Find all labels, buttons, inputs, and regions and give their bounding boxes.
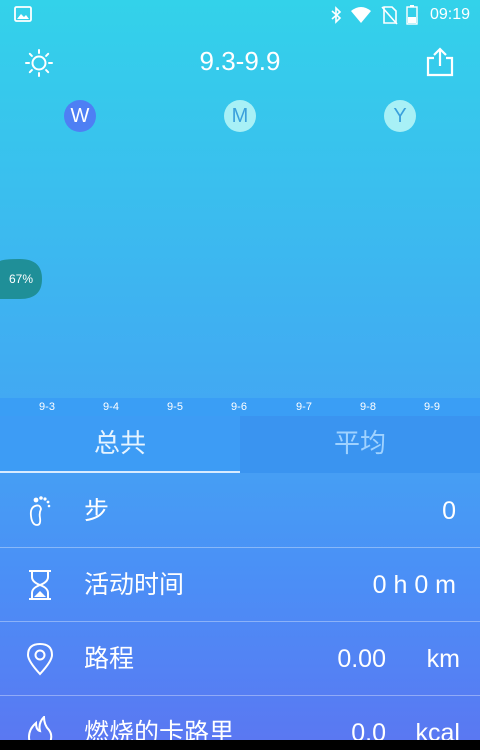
stat-label: 路程 <box>84 644 135 673</box>
x-tick-label: 9-4 <box>103 401 119 413</box>
stat-value: 0 <box>442 497 456 525</box>
no-sim-icon <box>381 6 398 25</box>
x-tick-label: 9-9 <box>424 401 440 413</box>
x-tick-label: 9-8 <box>360 401 376 413</box>
x-tick-label: 9-7 <box>296 401 312 413</box>
stat-value: 0.0 <box>351 719 386 740</box>
period-tab-month[interactable]: M <box>224 100 256 132</box>
status-icons: 09:19 <box>330 3 470 27</box>
location-pin-icon <box>26 642 54 676</box>
stat-label: 燃烧的卡路里 <box>84 718 235 740</box>
tab-total[interactable]: 总共 <box>0 416 240 473</box>
x-axis: 9-3 9-4 9-5 9-6 9-7 9-8 9-9 <box>0 398 480 416</box>
hourglass-icon <box>29 570 51 600</box>
bluetooth-icon <box>331 6 342 24</box>
x-tick-label: 9-5 <box>167 401 183 413</box>
share-icon[interactable] <box>424 46 456 78</box>
wifi-icon <box>350 7 371 23</box>
goal-badge: 67% <box>8 272 34 286</box>
summary-tabs: 总共 平均 <box>0 416 480 473</box>
battery-icon <box>406 5 418 25</box>
tab-average[interactable]: 平均 <box>240 416 480 473</box>
period-tab-year[interactable]: Y <box>384 100 416 132</box>
stat-unit: kcal <box>415 719 460 740</box>
date-range-title: 9.3-9.9 <box>199 46 281 76</box>
header: 9.3-9.9 <box>0 30 480 96</box>
period-tab-week[interactable]: W <box>64 100 96 132</box>
stat-value: 0.00 <box>337 645 386 673</box>
status-time: 09:19 <box>429 6 470 23</box>
status-bar: 09:19 <box>0 0 480 30</box>
app-screen: 09:19 9.3-9.9 W M Y 67% 9-3 9-4 9-5 9-6 … <box>0 0 480 740</box>
activity-chart <box>0 140 480 400</box>
stat-unit: km <box>426 645 460 673</box>
chart-canvas <box>0 140 480 400</box>
footprint-icon <box>29 496 51 526</box>
stat-label: 活动时间 <box>84 570 185 599</box>
navigation-bar <box>0 740 480 750</box>
x-tick-label: 9-3 <box>39 401 55 413</box>
stat-row-steps: 步 0 <box>0 474 480 548</box>
flame-icon <box>27 716 53 740</box>
stat-row-calories: 燃烧的卡路里 0.0 kcal <box>0 696 480 740</box>
stat-row-active-time: 活动时间 0 h 0 m <box>0 548 480 622</box>
stat-value: 0 h 0 m <box>372 571 456 599</box>
stat-row-distance: 路程 0.00 km <box>0 622 480 696</box>
x-tick-label: 9-6 <box>231 401 247 413</box>
gallery-notification-icon <box>14 6 32 22</box>
stat-label: 步 <box>84 496 110 525</box>
